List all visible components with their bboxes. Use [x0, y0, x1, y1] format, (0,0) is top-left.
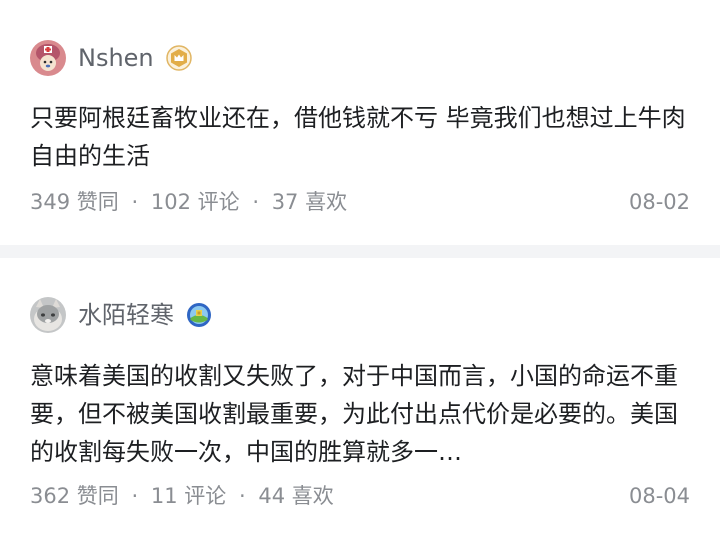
- like-label[interactable]: 赞同: [77, 481, 119, 511]
- favorite-count[interactable]: 37: [272, 187, 299, 217]
- comment-count[interactable]: 11: [151, 481, 178, 511]
- avatar-image: [30, 40, 66, 76]
- comment-author[interactable]: 水陌轻寒: [30, 297, 212, 333]
- comment-meta: 362 赞同 · 11 评论 · 44 喜欢 08-04: [30, 481, 690, 511]
- author-name[interactable]: Nshen: [78, 40, 154, 76]
- comment-feed: Nshen 只要阿根廷畜牧业还在，借他钱就不亏 毕竟我们也想过上牛肉自由的生活 …: [0, 0, 720, 541]
- comment-card[interactable]: Nshen 只要阿根廷畜牧业还在，借他钱就不亏 毕竟我们也想过上牛肉自由的生活 …: [0, 0, 720, 245]
- comment-card[interactable]: 水陌轻寒 意味着美国的收割又失败了，对于中国而言，小国的命运不重要，但不被美国收…: [0, 258, 720, 541]
- like-label[interactable]: 赞同: [77, 187, 119, 217]
- favorite-count[interactable]: 44: [258, 481, 285, 511]
- avatar-image: [30, 297, 66, 333]
- favorite-label[interactable]: 喜欢: [292, 481, 334, 511]
- avatar[interactable]: [30, 297, 66, 333]
- author-name[interactable]: 水陌轻寒: [78, 297, 174, 333]
- comment-stats: 349 赞同 · 102 评论 · 37 喜欢: [30, 187, 347, 217]
- separator: ·: [238, 484, 246, 508]
- comment-text[interactable]: 意味着美国的收割又失败了，对于中国而言，小国的命运不重要，但不被美国收割最重要，…: [30, 357, 690, 471]
- separator: ·: [131, 484, 139, 508]
- comment-date: 08-04: [628, 484, 690, 508]
- like-count[interactable]: 362: [30, 481, 70, 511]
- comment-count[interactable]: 102: [151, 187, 191, 217]
- comment-text[interactable]: 只要阿根廷畜牧业还在，借他钱就不亏 毕竟我们也想过上牛肉自由的生活: [30, 99, 690, 175]
- comment-date: 08-02: [628, 190, 690, 214]
- favorite-label[interactable]: 喜欢: [305, 187, 347, 217]
- comment-author[interactable]: Nshen: [30, 40, 192, 76]
- level-badge-icon[interactable]: [186, 302, 212, 328]
- avatar[interactable]: [30, 40, 66, 76]
- separator: ·: [131, 190, 139, 214]
- comment-label[interactable]: 评论: [198, 187, 240, 217]
- separator: ·: [252, 190, 259, 214]
- comment-stats: 362 赞同 · 11 评论 · 44 喜欢: [30, 481, 334, 511]
- crown-badge-icon[interactable]: [165, 45, 192, 71]
- comment-label[interactable]: 评论: [184, 481, 226, 511]
- comment-meta: 349 赞同 · 102 评论 · 37 喜欢 08-02: [30, 187, 690, 217]
- like-count[interactable]: 349: [30, 187, 70, 217]
